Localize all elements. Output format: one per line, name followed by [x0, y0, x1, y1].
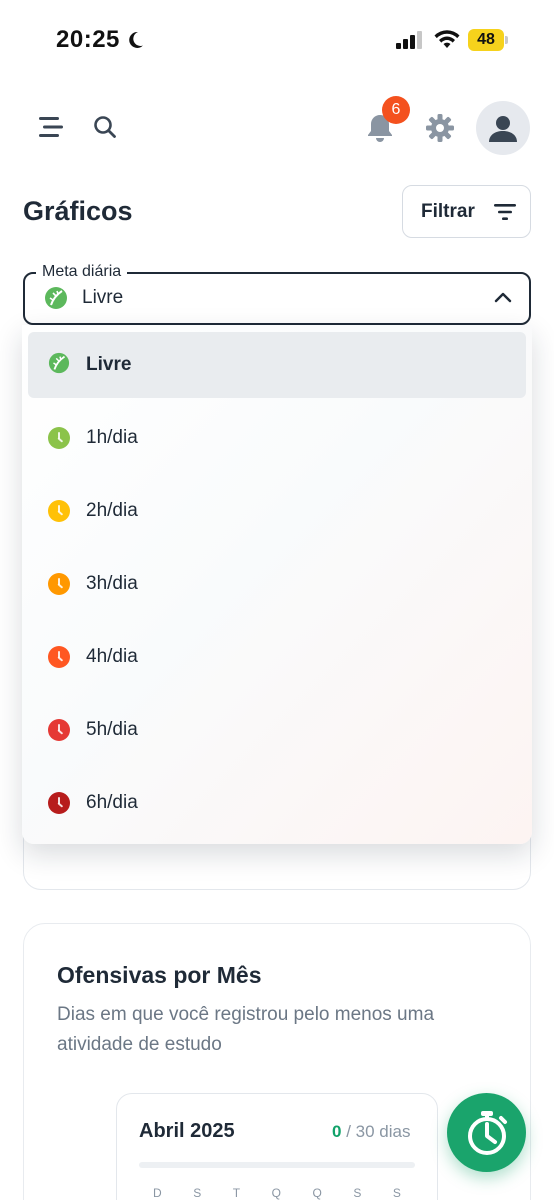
stopwatch-icon — [467, 1110, 507, 1155]
month-progress-bar — [139, 1162, 415, 1168]
user-icon — [489, 116, 517, 142]
clock-icon — [48, 427, 70, 449]
search-icon — [94, 116, 116, 138]
option-label: 2h/dia — [86, 500, 138, 521]
weekday-label: T — [232, 1186, 241, 1200]
streak-count: 0 — [332, 1122, 342, 1141]
settings-button[interactable] — [422, 110, 458, 146]
daily-goal-dropdown: Livre 1h/dia 2h/dia 3h/dia 4h/dia 5h/dia… — [22, 325, 532, 844]
avatar[interactable] — [476, 101, 530, 155]
battery-level: 48 — [468, 29, 504, 51]
page-title: Gráficos — [23, 196, 133, 226]
clock-icon — [48, 792, 70, 814]
wifi-icon — [434, 30, 460, 55]
filter-label: Filtrar — [421, 200, 475, 222]
weekday-label: Q — [312, 1186, 322, 1200]
leaf-icon — [48, 352, 70, 379]
weekday-label: S — [353, 1186, 362, 1200]
option-label: Livre — [86, 354, 132, 375]
weekday-label: S — [193, 1186, 202, 1200]
notification-badge: 6 — [382, 96, 410, 124]
daily-goal-value: Livre — [82, 287, 124, 308]
status-bar: 20:25 48 — [0, 0, 554, 80]
moon-icon — [125, 30, 145, 55]
filter-button[interactable]: Filtrar — [402, 185, 531, 238]
filter-icon — [493, 203, 516, 220]
weekday-header: D S T Q Q S S — [139, 1186, 415, 1200]
option-label: 6h/dia — [86, 792, 138, 813]
streaks-title: Ofensivas por Mês — [57, 962, 262, 988]
option-1h[interactable]: 1h/dia — [28, 405, 526, 471]
option-label: 4h/dia — [86, 646, 138, 667]
option-label: 3h/dia — [86, 573, 138, 594]
menu-button[interactable] — [34, 110, 68, 144]
option-6h[interactable]: 6h/dia — [28, 770, 526, 836]
chevron-up-icon[interactable] — [494, 290, 512, 308]
weekday-label: S — [392, 1186, 401, 1200]
option-livre[interactable]: Livre — [28, 332, 526, 398]
status-time: 20:25 — [56, 26, 120, 53]
streak-total: / 30 dias — [346, 1122, 411, 1141]
clock-icon — [48, 646, 70, 668]
battery-icon: 48 — [468, 29, 508, 51]
weekday-label: Q — [271, 1186, 281, 1200]
month-count: 0 / 30 dias — [332, 1122, 410, 1142]
search-button[interactable] — [88, 110, 122, 144]
streaks-description: Dias em que você registrou pelo menos um… — [57, 1004, 435, 1055]
menu-icon — [39, 117, 63, 137]
timer-fab-button[interactable] — [447, 1093, 526, 1172]
option-2h[interactable]: 2h/dia — [28, 478, 526, 544]
month-title: Abril 2025 — [139, 1120, 235, 1142]
option-label: 1h/dia — [86, 427, 138, 448]
clock-icon — [48, 719, 70, 741]
signal-icon — [396, 31, 424, 54]
option-label: 5h/dia — [86, 719, 138, 740]
option-5h[interactable]: 5h/dia — [28, 697, 526, 763]
option-4h[interactable]: 4h/dia — [28, 624, 526, 690]
daily-goal-label: Meta diária — [36, 263, 128, 281]
leaf-icon — [44, 286, 68, 315]
weekday-label: D — [153, 1186, 162, 1200]
gear-icon — [426, 114, 454, 142]
option-3h[interactable]: 3h/dia — [28, 551, 526, 617]
month-card — [116, 1093, 438, 1200]
clock-icon — [48, 500, 70, 522]
clock-icon — [48, 573, 70, 595]
